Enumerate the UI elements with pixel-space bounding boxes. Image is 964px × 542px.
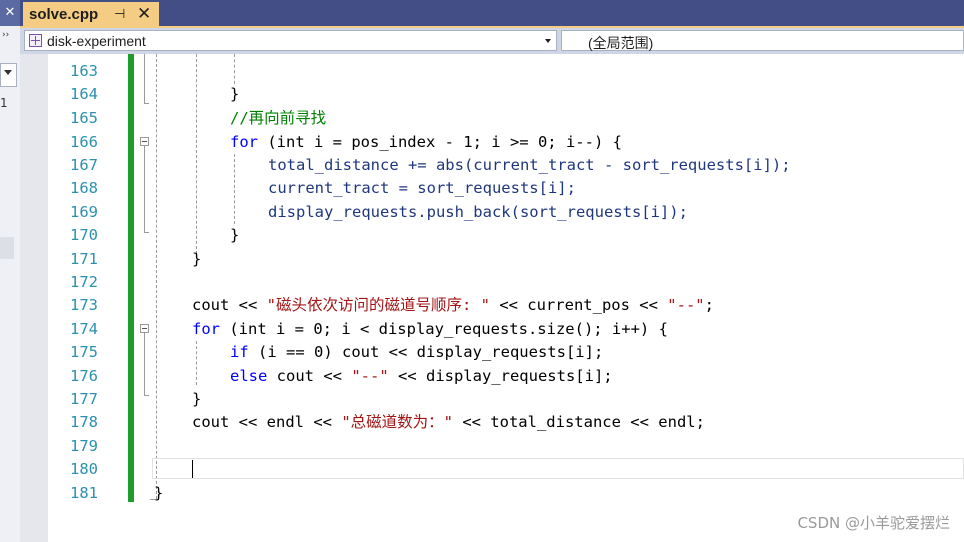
code-text: total_distance += abs(current_tract - so… (268, 156, 791, 174)
code-line-166[interactable]: for (int i = pos_index - 1; i >= 0; i--)… (230, 131, 622, 154)
code-string: "总磁道数为：" (341, 413, 453, 431)
outline-line (144, 333, 145, 395)
code-line-168[interactable]: current_tract = sort_requests[i]; (268, 177, 576, 200)
line-number: 167 (70, 156, 98, 174)
code-line-181[interactable]: } (154, 482, 163, 505)
code-keyword: else (230, 367, 268, 385)
indent-guide (234, 54, 235, 84)
watermark: CSDN @小羊驼爱摆烂 (797, 514, 950, 532)
code-line-175[interactable]: if (i == 0) cout << display_requests[i]; (230, 341, 603, 364)
code-text: } (154, 484, 164, 502)
panel-close-icon[interactable]: ✕ (0, 0, 20, 26)
code-text: << display_requests[i]; (388, 367, 613, 385)
line-number: 174 (70, 320, 98, 338)
left-panel-strip: ✕ ›› 1 (0, 0, 21, 542)
indent-guide (234, 154, 235, 224)
project-name: disk-experiment (47, 33, 146, 49)
editor-margin (20, 54, 48, 542)
code-line-176[interactable]: else cout << "--" << display_requests[i]… (230, 365, 613, 388)
code-text: (int i = 0; i < display_requests.size();… (220, 320, 668, 338)
outline-tick (144, 395, 149, 396)
line-number: 173 (70, 296, 98, 314)
code-text: } (192, 250, 202, 268)
panel-number-fragment: 1 (0, 96, 8, 110)
code-text: cout << endl << (192, 413, 342, 431)
code-text: << total_distance << endl; (452, 413, 705, 431)
line-number: 168 (70, 179, 98, 197)
scope-name: (全局范围) (588, 35, 654, 51)
code-text: << current_pos << (489, 296, 668, 314)
outline-tick (144, 103, 149, 104)
code-line-171[interactable]: } (192, 248, 201, 271)
outline-tick (144, 232, 149, 233)
code-line-165[interactable]: //再向前寻找 (230, 107, 326, 130)
line-number: 164 (70, 85, 98, 103)
text-caret (192, 460, 193, 478)
line-number: 166 (70, 133, 98, 151)
code-text: } (230, 226, 240, 244)
code-editor[interactable]: 163 164 165 166 167 168 169 170 171 172 … (20, 54, 964, 542)
code-keyword: for (230, 133, 258, 151)
tab-solve-cpp[interactable]: solve.cpp ⊣ ✕ (23, 2, 159, 28)
line-number: 181 (70, 484, 98, 502)
code-text: } (230, 85, 240, 103)
code-text: cout << (267, 367, 352, 385)
code-line-177[interactable]: } (192, 388, 201, 411)
line-number: 171 (70, 250, 98, 268)
line-number: 179 (70, 437, 98, 455)
pin-icon[interactable]: ⊣ (114, 7, 125, 22)
code-comment: //再向前寻找 (230, 109, 327, 127)
line-number: 176 (70, 367, 98, 385)
code-text: current_tract = sort_requests[i]; (268, 179, 576, 197)
change-tracking-bar (128, 54, 134, 502)
code-keyword: for (192, 320, 220, 338)
code-line-174[interactable]: for (int i = 0; i < display_requests.siz… (192, 318, 668, 341)
code-keyword: if (230, 343, 249, 361)
project-icon (29, 34, 42, 47)
outline-line (144, 54, 145, 104)
line-number: 177 (70, 390, 98, 408)
navigation-bar: disk-experiment (全局范围) (20, 28, 964, 54)
code-string: "--" (667, 296, 705, 314)
code-line-167[interactable]: total_distance += abs(current_tract - so… (268, 154, 791, 177)
panel-selected-row (0, 237, 14, 259)
tab-title: solve.cpp (29, 6, 99, 23)
line-number: 165 (70, 109, 98, 127)
project-dropdown[interactable]: disk-experiment (24, 30, 557, 51)
code-string: "磁头依次访问的磁道号顺序: " (266, 296, 490, 314)
panel-scroll-icon[interactable]: ›› (2, 30, 9, 40)
line-number: 180 (70, 460, 98, 478)
code-line-170[interactable]: } (230, 224, 239, 247)
code-line-178[interactable]: cout << endl << "总磁道数为：" << total_distan… (192, 411, 705, 434)
line-number: 163 (70, 62, 98, 80)
code-text: (i == 0) cout << display_requests[i]; (248, 343, 604, 361)
code-line-169[interactable]: display_requests.push_back(sort_requests… (268, 201, 688, 224)
current-line-highlight (152, 458, 964, 479)
collapse-toggle[interactable] (140, 324, 149, 333)
code-text: } (192, 390, 202, 408)
code-line-173[interactable]: cout << "磁头依次访问的磁道号顺序: " << current_pos … (192, 294, 714, 317)
line-number: 178 (70, 413, 98, 431)
chevron-down-icon (545, 39, 551, 43)
document-tab-bar: solve.cpp ⊣ ✕ (20, 0, 964, 28)
line-number: 175 (70, 343, 98, 361)
line-number: 169 (70, 203, 98, 221)
code-string: "--" (351, 367, 389, 385)
indent-guide (196, 54, 197, 254)
indent-guide (196, 341, 197, 385)
line-number: 170 (70, 226, 98, 244)
panel-dropdown[interactable] (0, 63, 17, 87)
code-text: (int i = pos_index - 1; i >= 0; i--) { (258, 133, 622, 151)
scope-dropdown[interactable]: (全局范围) (561, 30, 964, 51)
collapse-toggle[interactable] (140, 137, 149, 146)
code-line-164[interactable]: } (230, 83, 239, 106)
close-icon[interactable]: ✕ (137, 4, 151, 24)
line-number: 172 (70, 273, 98, 291)
code-text: ; (704, 296, 714, 314)
function-outline (156, 54, 157, 499)
outline-line (144, 146, 145, 232)
code-text: display_requests.push_back(sort_requests… (268, 203, 688, 221)
code-text: cout << (192, 296, 267, 314)
chevron-down-icon (4, 70, 12, 75)
